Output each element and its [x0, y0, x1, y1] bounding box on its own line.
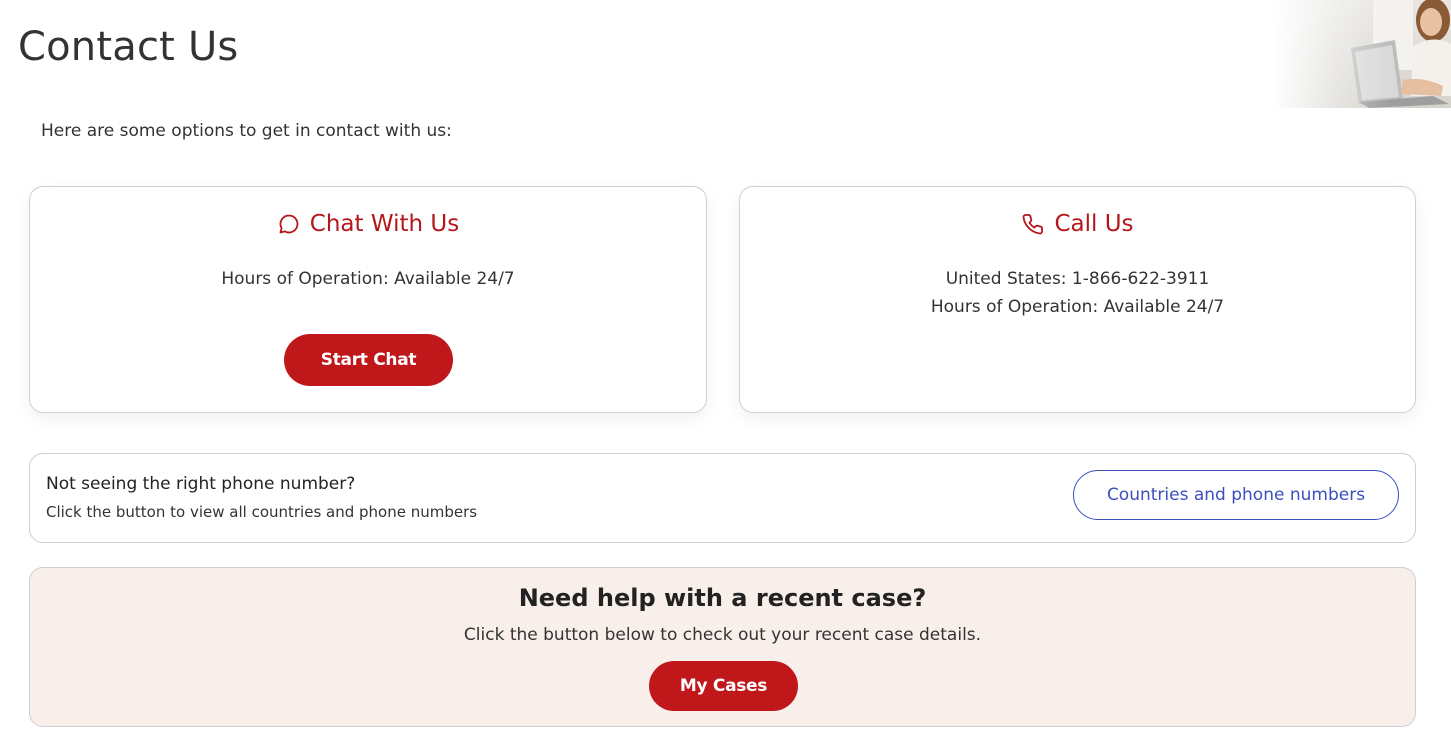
call-hours: Hours of Operation: Available 24/7: [930, 297, 1225, 317]
phone-strip-subtitle: Click the button to view all countries a…: [46, 503, 478, 521]
call-card: Call Us United States: 1-866-622-3911 Ho…: [739, 186, 1416, 413]
start-chat-button[interactable]: Start Chat: [284, 334, 453, 386]
case-panel-title: Need help with a recent case?: [518, 584, 927, 612]
chat-bubble-icon: [277, 212, 301, 236]
my-cases-button[interactable]: My Cases: [649, 661, 798, 711]
page-title: Contact Us: [18, 24, 239, 70]
chat-hours: Hours of Operation: Available 24/7: [221, 269, 515, 289]
contact-page: Contact Us Here are some options to get …: [0, 0, 1451, 744]
case-panel-subtitle: Click the button below to check out your…: [463, 625, 982, 645]
phone-strip-title: Not seeing the right phone number?: [46, 474, 356, 494]
call-phone-number: United States: 1-866-622-3911: [945, 269, 1210, 289]
chat-card-header: Chat With Us: [30, 211, 706, 237]
chat-card-title: Chat With Us: [309, 211, 460, 237]
recent-case-panel: Need help with a recent case? Click the …: [29, 567, 1416, 727]
intro-text: Here are some options to get in contact …: [41, 121, 452, 141]
phone-numbers-strip: Not seeing the right phone number? Click…: [29, 453, 1416, 543]
countries-phone-numbers-button[interactable]: Countries and phone numbers: [1073, 470, 1399, 520]
chat-card: Chat With Us Hours of Operation: Availab…: [29, 186, 707, 413]
hero-image: [1273, 0, 1451, 108]
call-card-header: Call Us: [740, 211, 1415, 237]
call-card-title: Call Us: [1054, 211, 1134, 237]
phone-icon: [1021, 212, 1045, 236]
